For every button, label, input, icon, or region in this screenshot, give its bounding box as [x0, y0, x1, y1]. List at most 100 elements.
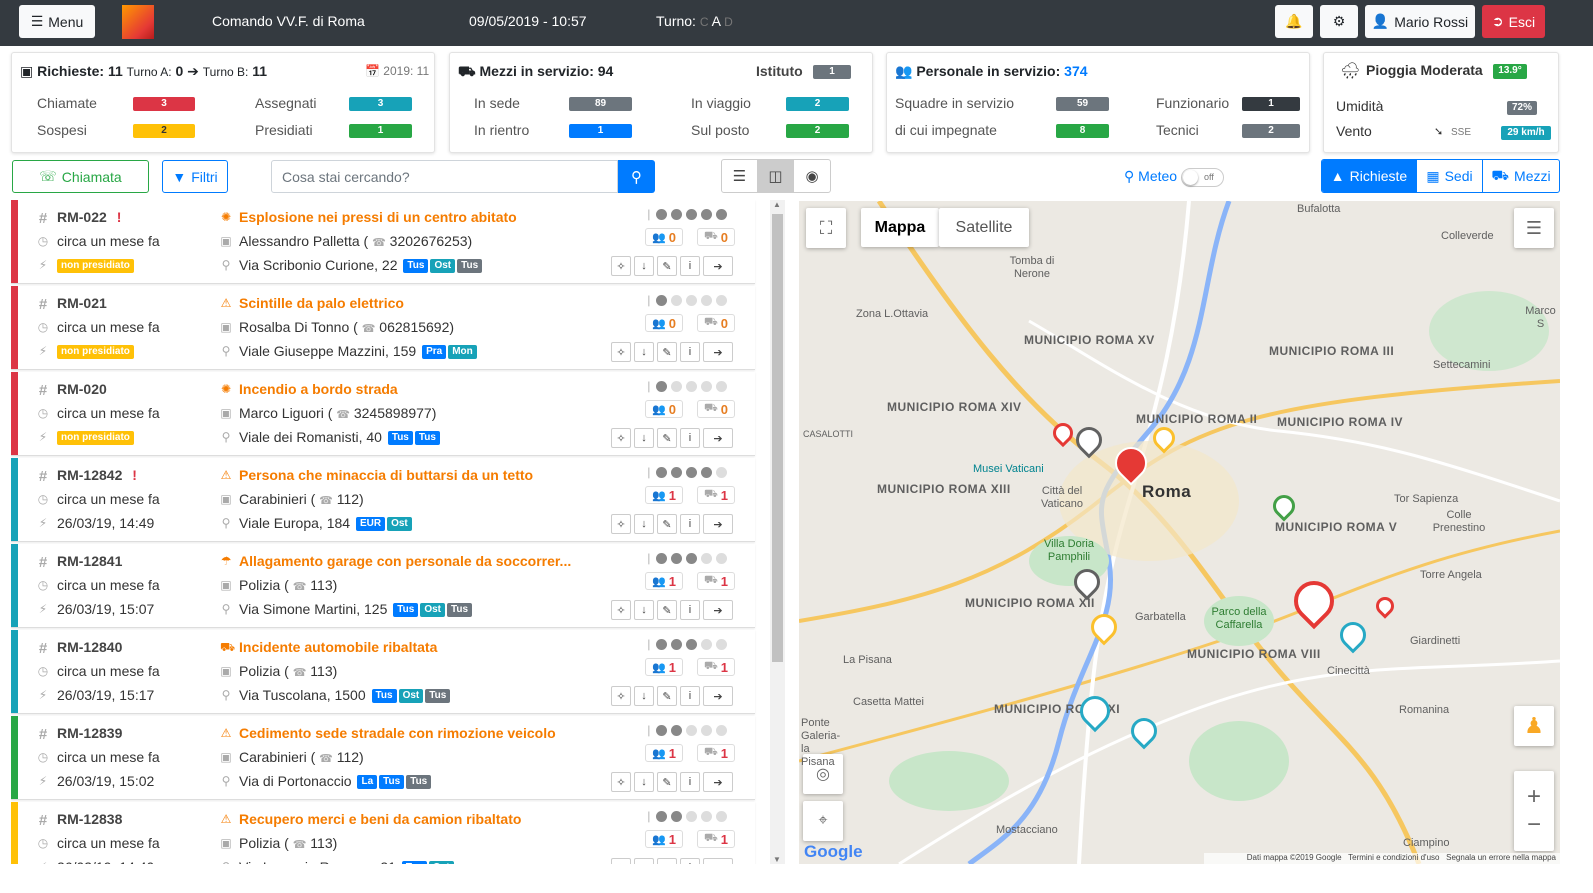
richiesta-title[interactable]: Recupero merci e beni da camion ribaltat…: [239, 811, 521, 827]
meteo-switch[interactable]: off: [1181, 168, 1224, 187]
notifications-button[interactable]: 🔔: [1275, 5, 1313, 38]
split-view-button[interactable]: ◫: [758, 160, 794, 192]
mezzi-layer-button[interactable]: ⛟ Mezzi: [1483, 160, 1559, 192]
scroll-down-icon[interactable]: ▼: [773, 855, 781, 864]
edit-button[interactable]: ✎: [657, 256, 677, 276]
truck-icon: ⛟: [703, 316, 718, 328]
richiesta-item[interactable]: # RM-12838 ◷ circa un mese fa ⚡ 26/03/19, 14…: [11, 802, 755, 864]
richiesta-item[interactable]: # RM-12839 ◷ circa un mese fa ⚡ 26/03/19, 15…: [11, 716, 755, 800]
pin-button[interactable]: ✧: [611, 256, 631, 276]
fullscreen-button[interactable]: ⛶: [806, 208, 846, 248]
tipologia-badge: Tus: [379, 775, 405, 790]
expand-button[interactable]: ↓: [634, 772, 654, 792]
map-panel[interactable]: ⛶ Mappa Satellite ☰ ◎ ⌖ ♟ + − MUNICIPIO R…: [799, 201, 1560, 864]
pegman-button[interactable]: ♟: [1514, 706, 1554, 746]
info-button[interactable]: i: [680, 342, 700, 362]
expand-button[interactable]: ↓: [634, 342, 654, 362]
info-button[interactable]: i: [680, 858, 700, 864]
richiesta-title[interactable]: Persona che minaccia di buttarsi da un t…: [239, 467, 533, 483]
open-button[interactable]: ➔: [703, 514, 733, 534]
fullscreen-icon: ⛶: [819, 217, 833, 238]
open-button[interactable]: ➔: [703, 600, 733, 620]
scrollbar-thumb[interactable]: [772, 214, 783, 662]
edit-button[interactable]: ✎: [657, 858, 677, 864]
edit-button[interactable]: ✎: [657, 428, 677, 448]
map-type-satellite[interactable]: Satellite: [939, 208, 1029, 247]
zoom-out-icon[interactable]: −: [1527, 811, 1541, 839]
richiesta-title[interactable]: Allagamento garage con personale da socc…: [239, 553, 571, 569]
arrow-down-icon: ↓: [641, 260, 647, 272]
map-footer[interactable]: Dati mappa ©2019 Google Termini e condiz…: [1204, 853, 1560, 864]
map-type-mappa[interactable]: Mappa: [861, 208, 939, 247]
sedi-layer-button[interactable]: ▦ Sedi: [1417, 160, 1483, 192]
filtri-button[interactable]: ▼ Filtri: [162, 160, 228, 193]
richiesta-code: RM-020: [57, 381, 107, 397]
menu-button[interactable]: ☰ Menu: [19, 5, 95, 38]
open-button[interactable]: ➔: [703, 428, 733, 448]
info-button[interactable]: i: [680, 686, 700, 706]
richiesta-title[interactable]: Cedimento sede stradale con rimozione ve…: [239, 725, 556, 741]
richiesta-item[interactable]: # RM-022 ! ◷ circa un mese fa ⚡ non presidiat…: [11, 200, 755, 284]
info-button[interactable]: i: [680, 772, 700, 792]
richieste-layer-button[interactable]: ▲ Richieste: [1322, 160, 1417, 192]
expand-button[interactable]: ↓: [634, 858, 654, 864]
chiamata-button[interactable]: ☏ Chiamata: [12, 160, 149, 193]
open-button[interactable]: ➔: [703, 256, 733, 276]
info-button[interactable]: i: [680, 514, 700, 534]
tipologia-icon: ✺: [220, 210, 232, 224]
open-button[interactable]: ➔: [703, 342, 733, 362]
list-view-button[interactable]: ☰: [722, 160, 758, 192]
zoom-in-icon[interactable]: +: [1527, 783, 1541, 811]
edit-button[interactable]: ✎: [657, 772, 677, 792]
pin-button[interactable]: ✧: [611, 342, 631, 362]
richiesta-title[interactable]: Esplosione nei pressi di un centro abita…: [239, 209, 517, 225]
tipologia-badge: Tus: [403, 259, 429, 274]
info-button[interactable]: i: [680, 428, 700, 448]
expand-button[interactable]: ↓: [634, 600, 654, 620]
edit-button[interactable]: ✎: [657, 686, 677, 706]
year-label: 2019:: [383, 64, 414, 78]
richiesta-title[interactable]: Incidente automobile ribaltata: [239, 639, 437, 655]
exit-button[interactable]: ➲ Esci: [1482, 5, 1545, 38]
expand-button[interactable]: ↓: [634, 256, 654, 276]
scroll-up-icon[interactable]: ▲: [773, 200, 781, 209]
settings-button[interactable]: ⚙: [1320, 5, 1358, 38]
pin-button[interactable]: ✧: [611, 600, 631, 620]
list-scrollbar[interactable]: ▲ ▼: [770, 200, 785, 864]
open-button[interactable]: ➔: [703, 858, 733, 864]
map-marker-icon: ⚲: [221, 344, 231, 358]
pin-button[interactable]: ✧: [611, 858, 631, 864]
map-view-button[interactable]: ◉: [794, 160, 830, 192]
richiesta-title[interactable]: Scintille da palo elettrico: [239, 295, 404, 311]
pin-button[interactable]: ✧: [611, 772, 631, 792]
open-button[interactable]: ➔: [703, 686, 733, 706]
info-button[interactable]: i: [680, 256, 700, 276]
pin-button[interactable]: ✧: [611, 686, 631, 706]
map-locate-button[interactable]: ⌖: [803, 801, 843, 841]
pin-button[interactable]: ✧: [611, 428, 631, 448]
richiesta-item[interactable]: # RM-021 ◷ circa un mese fa ⚡ non presidiato…: [11, 286, 755, 370]
pin-button[interactable]: ✧: [611, 514, 631, 534]
edit-button[interactable]: ✎: [657, 600, 677, 620]
richiesta-item[interactable]: # RM-12841 ◷ circa un mese fa ⚡ 26/03/19, 15…: [11, 544, 755, 628]
richiesta-title[interactable]: Incendio a bordo strada: [239, 381, 398, 397]
open-button[interactable]: ➔: [703, 772, 733, 792]
personale-count: 👥 1: [645, 744, 683, 762]
turno-c: C: [699, 15, 709, 29]
year-value: 11: [416, 64, 430, 78]
expand-button[interactable]: ↓: [634, 428, 654, 448]
edit-button[interactable]: ✎: [657, 514, 677, 534]
priority-dot: [685, 467, 697, 478]
search-button[interactable]: ⚲: [618, 160, 655, 193]
expand-button[interactable]: ↓: [634, 514, 654, 534]
map-menu-button[interactable]: ☰: [1514, 208, 1554, 248]
expand-button[interactable]: ↓: [634, 686, 654, 706]
richiesta-item[interactable]: # RM-020 ◷ circa un mese fa ⚡ non presidiato…: [11, 372, 755, 456]
edit-button[interactable]: ✎: [657, 342, 677, 362]
richiesta-item[interactable]: # RM-12842 ! ◷ circa un mese fa ⚡ 26/03/19, 1…: [11, 458, 755, 542]
user-button[interactable]: 👤 Mario Rossi: [1365, 5, 1475, 38]
thermometer-icon: ∣: [646, 725, 652, 737]
search-input[interactable]: [271, 160, 618, 193]
richiesta-item[interactable]: # RM-12840 ◷ circa un mese fa ⚡ 26/03/19, 15…: [11, 630, 755, 714]
info-button[interactable]: i: [680, 600, 700, 620]
